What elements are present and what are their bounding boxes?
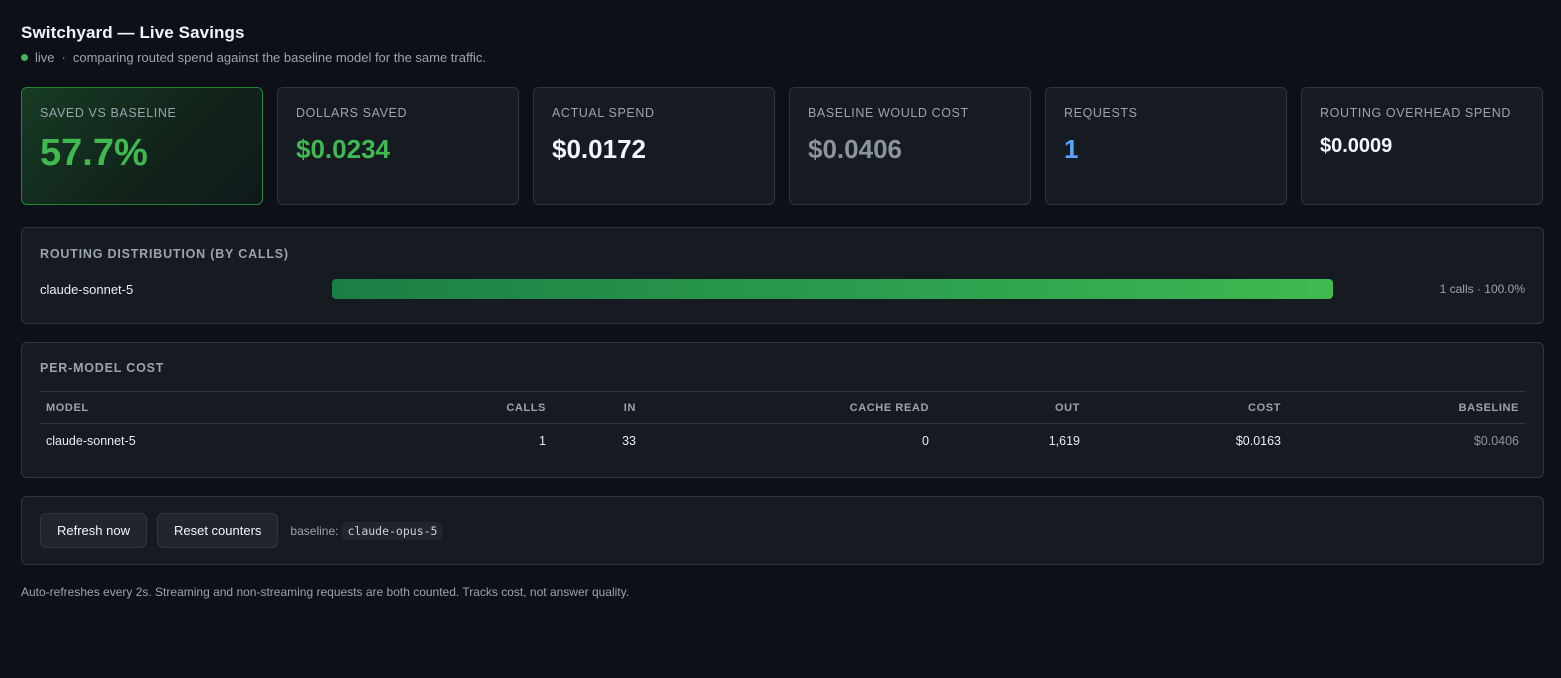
- column-header-cache-read: CACHE READ: [849, 401, 929, 414]
- reset-counters-button[interactable]: Reset counters: [156, 513, 279, 548]
- routing-distribution-panel: ROUTING DISTRIBUTION (BY CALLS) claude-s…: [21, 227, 1544, 324]
- live-status-label: live: [35, 49, 55, 65]
- dashboard: Switchyard — Live Savings live · compari…: [0, 0, 1561, 599]
- column-header-calls: CALLS: [506, 401, 546, 414]
- card-routing-overhead-spend: ROUTING OVERHEAD SPEND $0.0009: [1301, 87, 1543, 205]
- status-line: live · comparing routed spend against th…: [21, 49, 1543, 65]
- card-label: REQUESTS: [1064, 106, 1138, 120]
- card-dollars-saved: DOLLARS SAVED $0.0234: [277, 87, 519, 205]
- page-title: Switchyard — Live Savings: [21, 23, 245, 42]
- routing-model-name: claude-sonnet-5: [40, 281, 134, 297]
- cell-calls: 1: [539, 433, 546, 448]
- cell-baseline: $0.0406: [1473, 433, 1519, 448]
- actions-panel: Refresh now Reset counters baseline: cla…: [21, 496, 1544, 565]
- card-label: ACTUAL SPEND: [552, 106, 655, 120]
- column-header-baseline: BASELINE: [1458, 401, 1519, 414]
- refresh-now-button[interactable]: Refresh now: [40, 513, 147, 548]
- card-value: 1: [1064, 134, 1079, 164]
- column-header-in: IN: [623, 401, 636, 414]
- cell-out: 1,619: [1048, 433, 1080, 448]
- column-header-model: MODEL: [46, 401, 89, 414]
- card-requests: REQUESTS 1: [1045, 87, 1287, 205]
- baseline-model-code: claude-opus-5: [342, 521, 443, 540]
- card-saved-vs-baseline: SAVED VS BASELINE 57.7%: [21, 87, 263, 205]
- card-value: $0.0172: [552, 134, 646, 164]
- column-header-out: OUT: [1054, 401, 1080, 414]
- routing-bar-track: [332, 279, 1333, 299]
- status-separator: ·: [61, 49, 66, 65]
- card-label: SAVED VS BASELINE: [40, 106, 177, 120]
- panel-title: PER-MODEL COST: [40, 361, 165, 375]
- card-label: ROUTING OVERHEAD SPEND: [1320, 106, 1512, 120]
- card-baseline-would-cost: BASELINE WOULD COST $0.0406: [789, 87, 1031, 205]
- routing-row: claude-sonnet-5 1 calls · 100.0%: [40, 279, 1525, 299]
- column-header-cost: COST: [1248, 401, 1281, 414]
- table-row: claude-sonnet-5 1 33 0 1,619 $0.0163 $0.…: [40, 424, 1525, 458]
- cell-in: 33: [622, 433, 636, 448]
- cell-cache-read: 0: [922, 433, 929, 448]
- table-header-row: MODEL CALLS IN CACHE READ OUT COST BASEL…: [40, 391, 1525, 424]
- per-model-cost-panel: PER-MODEL COST MODEL CALLS IN CACHE READ…: [21, 342, 1544, 478]
- panel-title: ROUTING DISTRIBUTION (BY CALLS): [40, 247, 289, 261]
- routing-bar-fill: [332, 279, 1333, 299]
- page-description: comparing routed spend against the basel…: [72, 49, 486, 65]
- baseline-label: baseline:: [290, 523, 339, 538]
- cell-model: claude-sonnet-5: [46, 433, 136, 448]
- card-value: 57.7%: [40, 132, 148, 174]
- card-value: $0.0234: [296, 134, 390, 164]
- routing-stat: 1 calls · 100.0%: [1439, 282, 1525, 296]
- live-status-dot-icon: [21, 53, 28, 61]
- card-value: $0.0406: [808, 134, 902, 164]
- per-model-table: MODEL CALLS IN CACHE READ OUT COST BASEL…: [40, 391, 1525, 458]
- footer-note: Auto-refreshes every 2s. Streaming and n…: [21, 585, 630, 599]
- card-actual-spend: ACTUAL SPEND $0.0172: [533, 87, 775, 205]
- cell-cost: $0.0163: [1235, 433, 1281, 448]
- card-value: $0.0009: [1320, 135, 1393, 157]
- metric-cards: SAVED VS BASELINE 57.7% DOLLARS SAVED $0…: [21, 87, 1543, 205]
- card-label: BASELINE WOULD COST: [808, 106, 969, 120]
- card-label: DOLLARS SAVED: [296, 106, 408, 120]
